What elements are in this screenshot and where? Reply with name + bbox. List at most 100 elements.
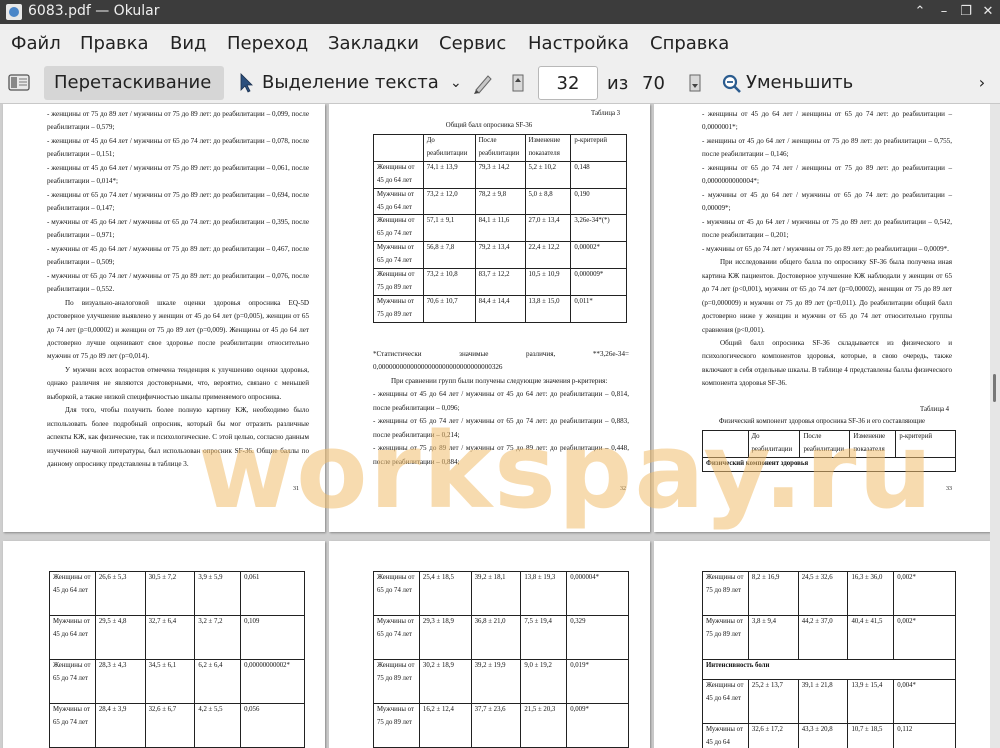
zoom-out-label: Уменьшить [746,72,854,93]
table-cell: 6,2 ± 6,4 [194,659,242,704]
menu-tools[interactable]: Сервис [439,33,506,54]
table-section-heading: Физический компонент здоровья [702,456,956,472]
table-row: Женщины от 45 до 64 лет 25,2 ± 13,7 39,1 ±… [702,679,956,724]
table-cell: 29,3 ± 18,9 [418,615,472,660]
table-cell: Женщины от 45 до 64 лет [702,679,749,724]
table-row: Мужчины от 65 до 74 лет 56,8 ± 7,8 79,2 ± … [373,241,627,270]
menu-go[interactable]: Переход [227,33,308,54]
table-cell: 5,0 ± 8,8 [524,187,572,216]
table-row: Женщины от 75 до 89 лет 30,2 ± 18,9 39,2 ±… [373,659,629,704]
table-cell: 3,8 ± 9,4 [747,615,799,660]
table-row: Женщины от 75 до 89 лет 73,2 ± 10,8 83,7 ±… [373,268,627,296]
table-title: Физический компонент здоровья опросника … [719,418,925,425]
table-section-row: Интенсивность боли [702,659,956,680]
table-cell: 43,3 ± 20,8 [797,723,849,748]
table-cell: Мужчины от 75 до 89 лет [702,615,749,660]
data-table: Женщины от 65 до 74 лет 25,4 ± 18,5 39,2 ±… [373,571,629,748]
pen-icon [474,75,492,94]
table-cell: 13,8 ± 15,0 [524,294,572,323]
table-cell: 0,002* [893,571,956,616]
table-cell: 0,009* [566,703,629,748]
table-cell: 32,7 ± 6,4 [144,615,196,660]
menu-settings[interactable]: Настройка [528,33,629,54]
browse-mode-button[interactable]: Перетаскивание [44,66,224,100]
menu-file[interactable]: Файл [11,33,61,54]
menu-bookmarks[interactable]: Закладки [328,33,419,54]
table-row: Мужчины от 75 до 89 лет 70,6 ± 10,7 84,4 ±… [373,294,627,323]
close-icon[interactable]: ✕ [978,2,998,22]
table-row: Женщины от 45 до 64 лет 74,1 ± 13,9 79,3 ±… [373,160,627,189]
page-body-text: *Статистически значимые различия, **3,26… [373,348,629,469]
table-cell: Женщины от 45 до 64 лет [373,160,424,189]
table-cell: 29,5 ± 4,8 [94,615,146,660]
table-label: Таблица 4 [920,406,950,413]
menu-help[interactable]: Справка [650,33,729,54]
page-number-input[interactable] [538,66,598,100]
minimize-icon[interactable]: – [934,2,954,22]
menu-view[interactable]: Вид [170,33,207,54]
table-cell: 0,00000000002* [240,659,305,704]
table-cell: 34,5 ± 6,1 [144,659,196,704]
text-selection-button[interactable]: Выделение текста ⌄ [234,66,474,100]
paragraph: При сравнении групп были получены следую… [391,376,608,385]
document-viewport[interactable]: - женщины от 75 до 89 лет / мужчины от 7… [0,104,990,748]
table-row: Мужчины от 45 до 64 лет 29,5 ± 4,8 32,7 ± … [49,615,305,660]
table-cell: 13,8 ± 19,3 [520,571,568,616]
sidebar-toggle-button[interactable] [6,66,32,100]
page-of-label: из [607,73,629,94]
list-item: - женщины от 75 до 89 лет / мужчины от 7… [47,110,309,132]
table-cell: 79,2 ± 13,4 [474,241,526,270]
table-cell: Мужчины от 65 до 74 лет [373,241,424,270]
table-cell: Женщины от 65 до 74 лет [373,214,424,243]
table-header: До реабилитации [422,134,476,162]
table-header-row: До реабилитации После реабилитации Измен… [373,134,627,162]
table-note: *Статистически значимые различия, **3,26… [373,350,629,372]
page-up-icon [512,74,524,92]
table-cell: Женщины от 75 до 89 лет [373,268,424,296]
keep-above-icon[interactable]: ⌃ [910,2,930,22]
table-cell: 5,2 ± 10,2 [524,160,572,189]
page-number: 33 [946,486,952,492]
table-header [702,430,749,458]
table-cell: Мужчины от 45 до 64 лет [49,615,96,660]
list-item: - мужчины от 65 до 74 лет / мужчины от 7… [702,244,949,253]
table-row: Мужчины от 45 до 64 лет 73,2 ± 12,0 78,2 ±… [373,187,627,216]
total-pages: 70 [642,73,665,94]
table-cell: 4,2 ± 5,5 [194,703,242,748]
table-header: Изменение показателя [524,134,572,162]
table-cell: 0,109 [240,615,305,660]
list-item: - женщины от 75 до 89 лет / мужчины от 7… [373,444,629,466]
table-cell: 26,6 ± 5,3 [94,571,146,616]
next-page-button[interactable] [683,66,707,100]
table-row: Женщины от 75 до 89 лет 8,2 ± 16,9 24,5 ± … [702,571,956,616]
document-page: Женщины от 65 до 74 лет 25,4 ± 18,5 39,2 ±… [329,541,650,748]
scrollbar-thumb[interactable] [993,374,996,402]
table-cell: Мужчины от 75 до 89 лет [373,703,420,748]
menu-edit[interactable]: Правка [80,33,149,54]
table-cell: 16,3 ± 36,0 [847,571,895,616]
zoom-out-button[interactable]: Уменьшить [718,66,878,100]
vertical-scrollbar[interactable] [990,104,1000,748]
list-item: - мужчины от 45 до 64 лет / мужчины от 7… [702,217,952,240]
previous-page-button[interactable] [506,66,530,100]
data-table: До реабилитации После реабилитации Измен… [373,134,627,323]
table-cell: 0,056 [240,703,305,748]
table-cell: 79,3 ± 14,2 [474,160,526,189]
list-item: - женщины от 45 до 64 лет / женщины от 7… [702,136,952,159]
paragraph: Общий балл опросника SF-36 складывается … [702,338,952,388]
table-cell: 16,2 ± 12,4 [418,703,472,748]
table-cell: 0,329 [566,615,629,660]
table-cell: 0,148 [570,160,627,189]
list-item: - женщины от 45 до 64 лет / мужчины от 7… [47,163,309,186]
window-title: 6083.pdf — Okular [28,3,160,19]
table-cell: 13,9 ± 15,4 [847,679,895,724]
table-cell: 0,061 [240,571,305,616]
document-page: Женщины от 45 до 64 лет 26,6 ± 5,3 30,5 ± … [3,541,325,748]
list-item: - женщины от 45 до 64 лет / мужчины от 4… [373,390,629,412]
annotation-button[interactable] [470,66,496,100]
table-header: р-критерий [895,430,956,458]
chevron-down-icon[interactable]: ⌄ [450,66,462,100]
maximize-icon[interactable]: ❐ [956,2,976,22]
data-table: Женщины от 75 до 89 лет 8,2 ± 16,9 24,5 ± … [702,571,956,748]
toolbar-overflow-icon[interactable]: › [970,66,994,100]
